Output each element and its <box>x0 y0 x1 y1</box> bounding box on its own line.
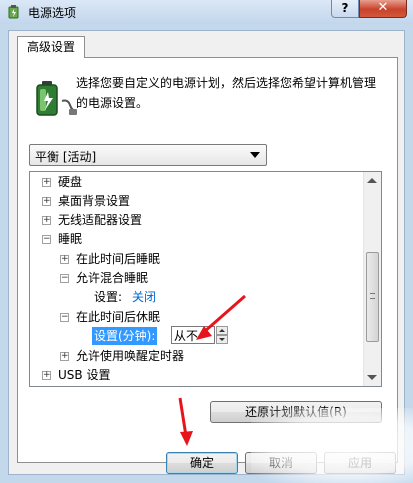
annotation-arrow-icon <box>178 294 246 446</box>
tab-advanced-settings[interactable]: 高级设置 <box>17 36 85 58</box>
